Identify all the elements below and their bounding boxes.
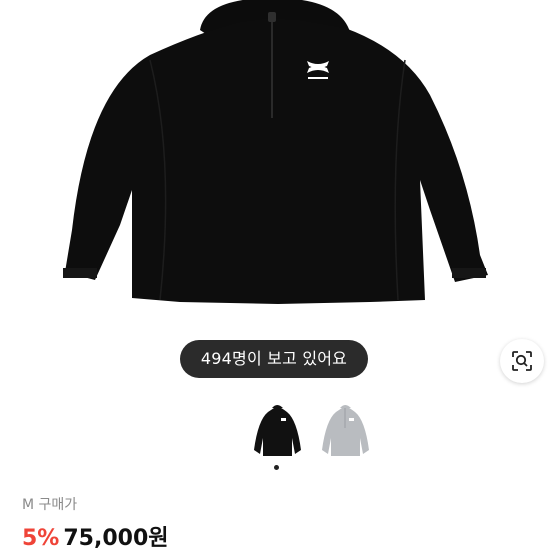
jacket-thumbnail-image [322,405,369,456]
image-search-button[interactable] [500,339,544,383]
jacket-image [63,0,488,304]
thumbnail-black-jacket[interactable] [246,398,308,460]
price-row: 5% 75,000원 [22,520,169,552]
lens-search-icon [512,351,532,371]
price-value: 75,000원 [63,526,169,551]
discount-rate: 5% [22,526,60,551]
carousel-indicator-dot [274,465,279,470]
jacket-thumbnail-image [254,405,301,456]
size-purchase-label: M 구매가 [22,497,78,513]
brand-logo-icon [307,61,329,79]
thumbnail-gray-jacket[interactable] [314,398,376,460]
product-hero-image[interactable] [0,0,554,320]
viewers-count-badge: 494명이 보고 있어요 [180,340,368,378]
